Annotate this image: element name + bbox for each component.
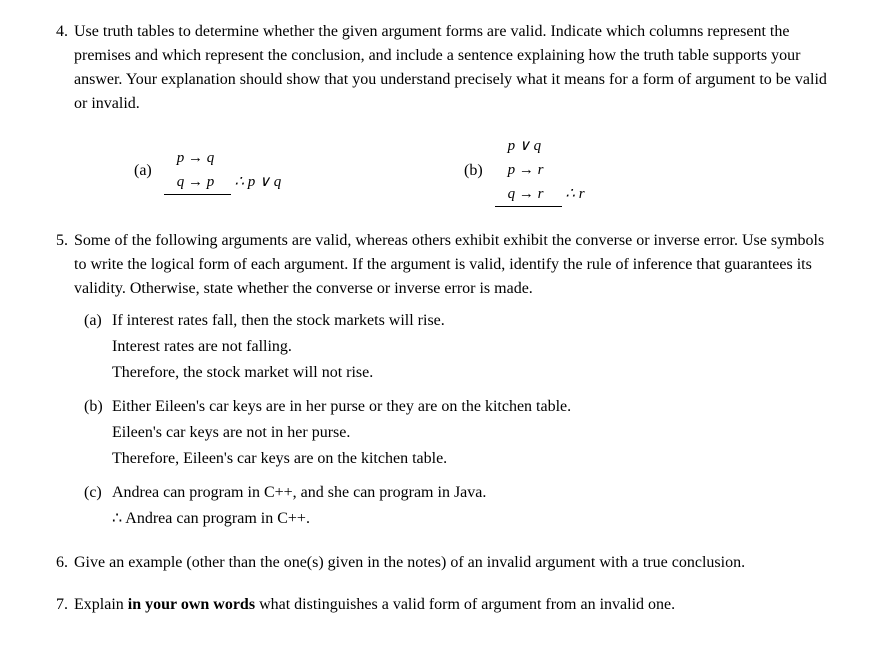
part-5b: (b) Either Eileen's car keys are in her …: [84, 395, 832, 473]
problem-text: Give an example (other than the one(s) g…: [74, 551, 832, 575]
problem-body: Use truth tables to determine whether th…: [74, 20, 832, 211]
problem-body: Explain in your own words what distingui…: [74, 593, 832, 617]
statement-line: If interest rates fall, then the stock m…: [112, 309, 832, 333]
premise-line: p ∨ q: [495, 134, 585, 158]
part-label: (a): [84, 309, 112, 387]
premise-line: p → q: [164, 146, 282, 170]
problem-number: 4.: [40, 20, 74, 211]
problem-4: 4. Use truth tables to determine whether…: [40, 20, 832, 211]
statement-line: Interest rates are not falling.: [112, 335, 832, 359]
part-body: Andrea can program in C++, and she can p…: [112, 481, 832, 533]
problem-body: Some of the following arguments are vali…: [74, 229, 832, 533]
statement-line: ∴ Andrea can program in C++.: [112, 507, 832, 531]
conclusion-line: ∴ p ∨ q: [235, 170, 282, 194]
statement-line: Andrea can program in C++, and she can p…: [112, 481, 832, 505]
premise-line: p → r: [495, 158, 585, 182]
part-4a: (a) p → q q → p ∴ p ∨ q: [134, 134, 464, 207]
problem-text-bold: in your own words: [128, 596, 255, 613]
statement-line: Either Eileen's car keys are in her purs…: [112, 395, 832, 419]
problem-text-post: what distinguishes a valid form of argum…: [255, 596, 675, 613]
document-page: 4. Use truth tables to determine whether…: [0, 0, 872, 655]
problem-6: 6. Give an example (other than the one(s…: [40, 551, 832, 575]
part-4b: (b) p ∨ q p → r q → r ∴ r: [464, 134, 764, 207]
problem-number: 5.: [40, 229, 74, 533]
argument-form: p ∨ q p → r q → r ∴ r: [495, 134, 585, 207]
part-body: If interest rates fall, then the stock m…: [112, 309, 832, 387]
arguments-row: (a) p → q q → p ∴ p ∨ q (b) p ∨ q p → r …: [74, 134, 832, 207]
statement-line: Therefore, Eileen's car keys are on the …: [112, 447, 832, 471]
part-label: (b): [84, 395, 112, 473]
problem-text-pre: Explain: [74, 596, 128, 613]
part-label: (b): [464, 159, 483, 183]
conclusion-line: ∴ r: [565, 182, 584, 206]
problem-text: Some of the following arguments are vali…: [74, 229, 832, 301]
argument-form: p → q q → p ∴ p ∨ q: [164, 146, 282, 195]
problem-body: Give an example (other than the one(s) g…: [74, 551, 832, 575]
premise-line: q → p: [164, 170, 231, 195]
problem-number: 7.: [40, 593, 74, 617]
statement-line: Eileen's car keys are not in her purse.: [112, 421, 832, 445]
problem-5: 5. Some of the following arguments are v…: [40, 229, 832, 533]
part-5c: (c) Andrea can program in C++, and she c…: [84, 481, 832, 533]
problem-7: 7. Explain in your own words what distin…: [40, 593, 832, 617]
statement-line: Therefore, the stock market will not ris…: [112, 361, 832, 385]
part-body: Either Eileen's car keys are in her purs…: [112, 395, 832, 473]
part-label: (a): [134, 159, 152, 183]
problem-number: 6.: [40, 551, 74, 575]
premise-line: q → r: [495, 182, 562, 207]
part-label: (c): [84, 481, 112, 533]
problem-text: Use truth tables to determine whether th…: [74, 20, 832, 116]
part-5a: (a) If interest rates fall, then the sto…: [84, 309, 832, 387]
